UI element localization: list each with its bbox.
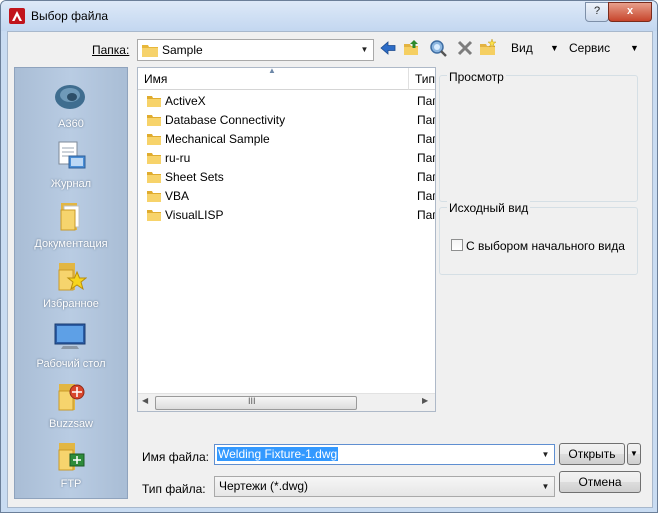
folder-icon [147, 96, 161, 107]
view-menu[interactable]: Вид [511, 41, 533, 55]
file-type: Пап [417, 151, 435, 165]
place-desktop[interactable]: Рабочий стол [15, 314, 127, 374]
file-type-value: Чертежи (*.dwg) [219, 479, 309, 493]
file-list[interactable]: Имя ▲ Тип ActiveX Пап Database Connectiv… [137, 67, 436, 412]
folder-icon [147, 153, 161, 164]
file-name-combo[interactable]: Welding Fixture-1.dwg ▼ [214, 444, 555, 465]
place-a360[interactable]: A360 [15, 74, 127, 134]
folder-icon [147, 191, 161, 202]
list-item[interactable]: Database Connectivity Пап [146, 111, 435, 130]
desktop-icon [54, 323, 86, 349]
list-item[interactable]: ActiveX Пап [146, 92, 435, 111]
file-type-combo[interactable]: Чертежи (*.dwg) ▼ [214, 476, 555, 497]
scrollbar-thumb[interactable]: III [155, 396, 357, 410]
file-name: Mechanical Sample [165, 132, 270, 146]
tools-menu[interactable]: Сервис [569, 41, 610, 55]
buzzsaw-icon [58, 384, 85, 411]
sort-ascending-icon: ▲ [268, 67, 276, 75]
initial-view-checkbox[interactable] [451, 239, 463, 251]
up-folder-icon[interactable] [403, 39, 421, 57]
file-type: Пап [417, 132, 435, 146]
file-type: Пап [417, 208, 435, 222]
folder-icon [147, 115, 161, 126]
list-item[interactable]: VBA Пап [146, 187, 435, 206]
folder-icon [147, 210, 161, 221]
file-type: Пап [417, 113, 435, 127]
place-label: A360 [58, 118, 84, 130]
window-title: Выбор файла [31, 9, 109, 23]
list-item[interactable]: Sheet Sets Пап [146, 168, 435, 187]
open-dropdown-button[interactable]: ▼ [627, 443, 641, 465]
scroll-right-icon[interactable]: ▶ [422, 396, 428, 405]
history-icon [58, 141, 86, 169]
file-name: Database Connectivity [165, 113, 286, 127]
column-header-label: Имя [144, 72, 168, 86]
place-label: Журнал [50, 178, 92, 190]
column-header-type[interactable]: Тип [409, 68, 436, 90]
place-buzzsaw[interactable]: Buzzsaw [15, 374, 127, 434]
chevron-down-icon: ▼ [360, 45, 369, 54]
file-name-input[interactable]: Welding Fixture-1.dwg [217, 447, 339, 461]
view-menu-chevron-icon[interactable]: ▼ [550, 43, 559, 53]
column-header-label: Тип [415, 72, 436, 86]
autocad-app-icon [9, 8, 25, 24]
file-name: ru-ru [165, 151, 191, 165]
close-button[interactable]: x [608, 2, 652, 22]
delete-icon[interactable] [456, 39, 474, 57]
ftp-icon [58, 443, 85, 471]
place-documents[interactable]: Документация [15, 194, 127, 254]
open-button[interactable]: Открыть [559, 443, 625, 465]
place-label: FTP [60, 478, 82, 490]
column-header-name[interactable]: Имя ▲ [138, 68, 409, 90]
place-label: Рабочий стол [36, 358, 106, 370]
folder-icon [142, 45, 158, 57]
file-name-label: Имя файла: [142, 450, 209, 464]
file-name: VisualLISP [165, 208, 224, 222]
file-type: Пап [417, 189, 435, 203]
file-name: ActiveX [165, 94, 206, 108]
list-item[interactable]: VisualLISP Пап [146, 206, 435, 225]
place-label: Buzzsaw [48, 418, 94, 430]
file-type: Пап [417, 170, 435, 184]
chevron-down-icon: ▼ [541, 450, 550, 459]
file-dialog-window: Выбор файла ? x Папка: Sample ▼ Вид ▼ Се… [0, 0, 658, 513]
place-ftp[interactable]: FTP [15, 434, 127, 494]
chevron-down-icon: ▼ [541, 482, 550, 491]
scroll-left-icon[interactable]: ◀ [142, 396, 148, 405]
help-button[interactable]: ? [585, 2, 609, 22]
back-arrow-icon[interactable] [379, 39, 397, 57]
place-label: Документация [34, 238, 108, 250]
list-item[interactable]: ru-ru Пап [146, 149, 435, 168]
file-name: Sheet Sets [165, 170, 224, 184]
scroll-grip: III [248, 396, 256, 406]
folder-icon [147, 134, 161, 145]
folder-icon [147, 172, 161, 183]
place-history[interactable]: Журнал [15, 134, 127, 194]
title-bar[interactable]: Выбор файла ? x [1, 1, 657, 31]
documents-icon [60, 203, 80, 231]
places-bar: A360 Журнал Документация Избранное Рабоч… [14, 67, 128, 499]
horizontal-scrollbar[interactable]: ◀ III ▶ [138, 393, 435, 411]
folder-combo[interactable]: Sample ▼ [137, 39, 374, 61]
place-favorites[interactable]: Избранное [15, 254, 127, 314]
a360-icon [55, 85, 85, 109]
file-type: Пап [417, 94, 435, 108]
initial-view-checkbox-label[interactable]: С выбором начального вида [466, 239, 625, 253]
folder-label: Папка: [92, 43, 130, 57]
list-item[interactable]: Mechanical Sample Пап [146, 130, 435, 149]
search-web-icon[interactable] [429, 39, 447, 57]
place-label: Избранное [43, 298, 99, 310]
current-folder: Sample [162, 43, 203, 57]
tools-menu-chevron-icon[interactable]: ▼ [630, 43, 639, 53]
file-type-label: Тип файла: [142, 482, 206, 496]
initial-view-title: Исходный вид [447, 201, 531, 215]
preview-group [439, 75, 638, 202]
cancel-button[interactable]: Отмена [559, 471, 641, 493]
favorites-icon [58, 263, 87, 291]
preview-title: Просмотр [447, 70, 506, 84]
new-folder-icon[interactable] [479, 39, 497, 57]
file-name: VBA [165, 189, 190, 203]
